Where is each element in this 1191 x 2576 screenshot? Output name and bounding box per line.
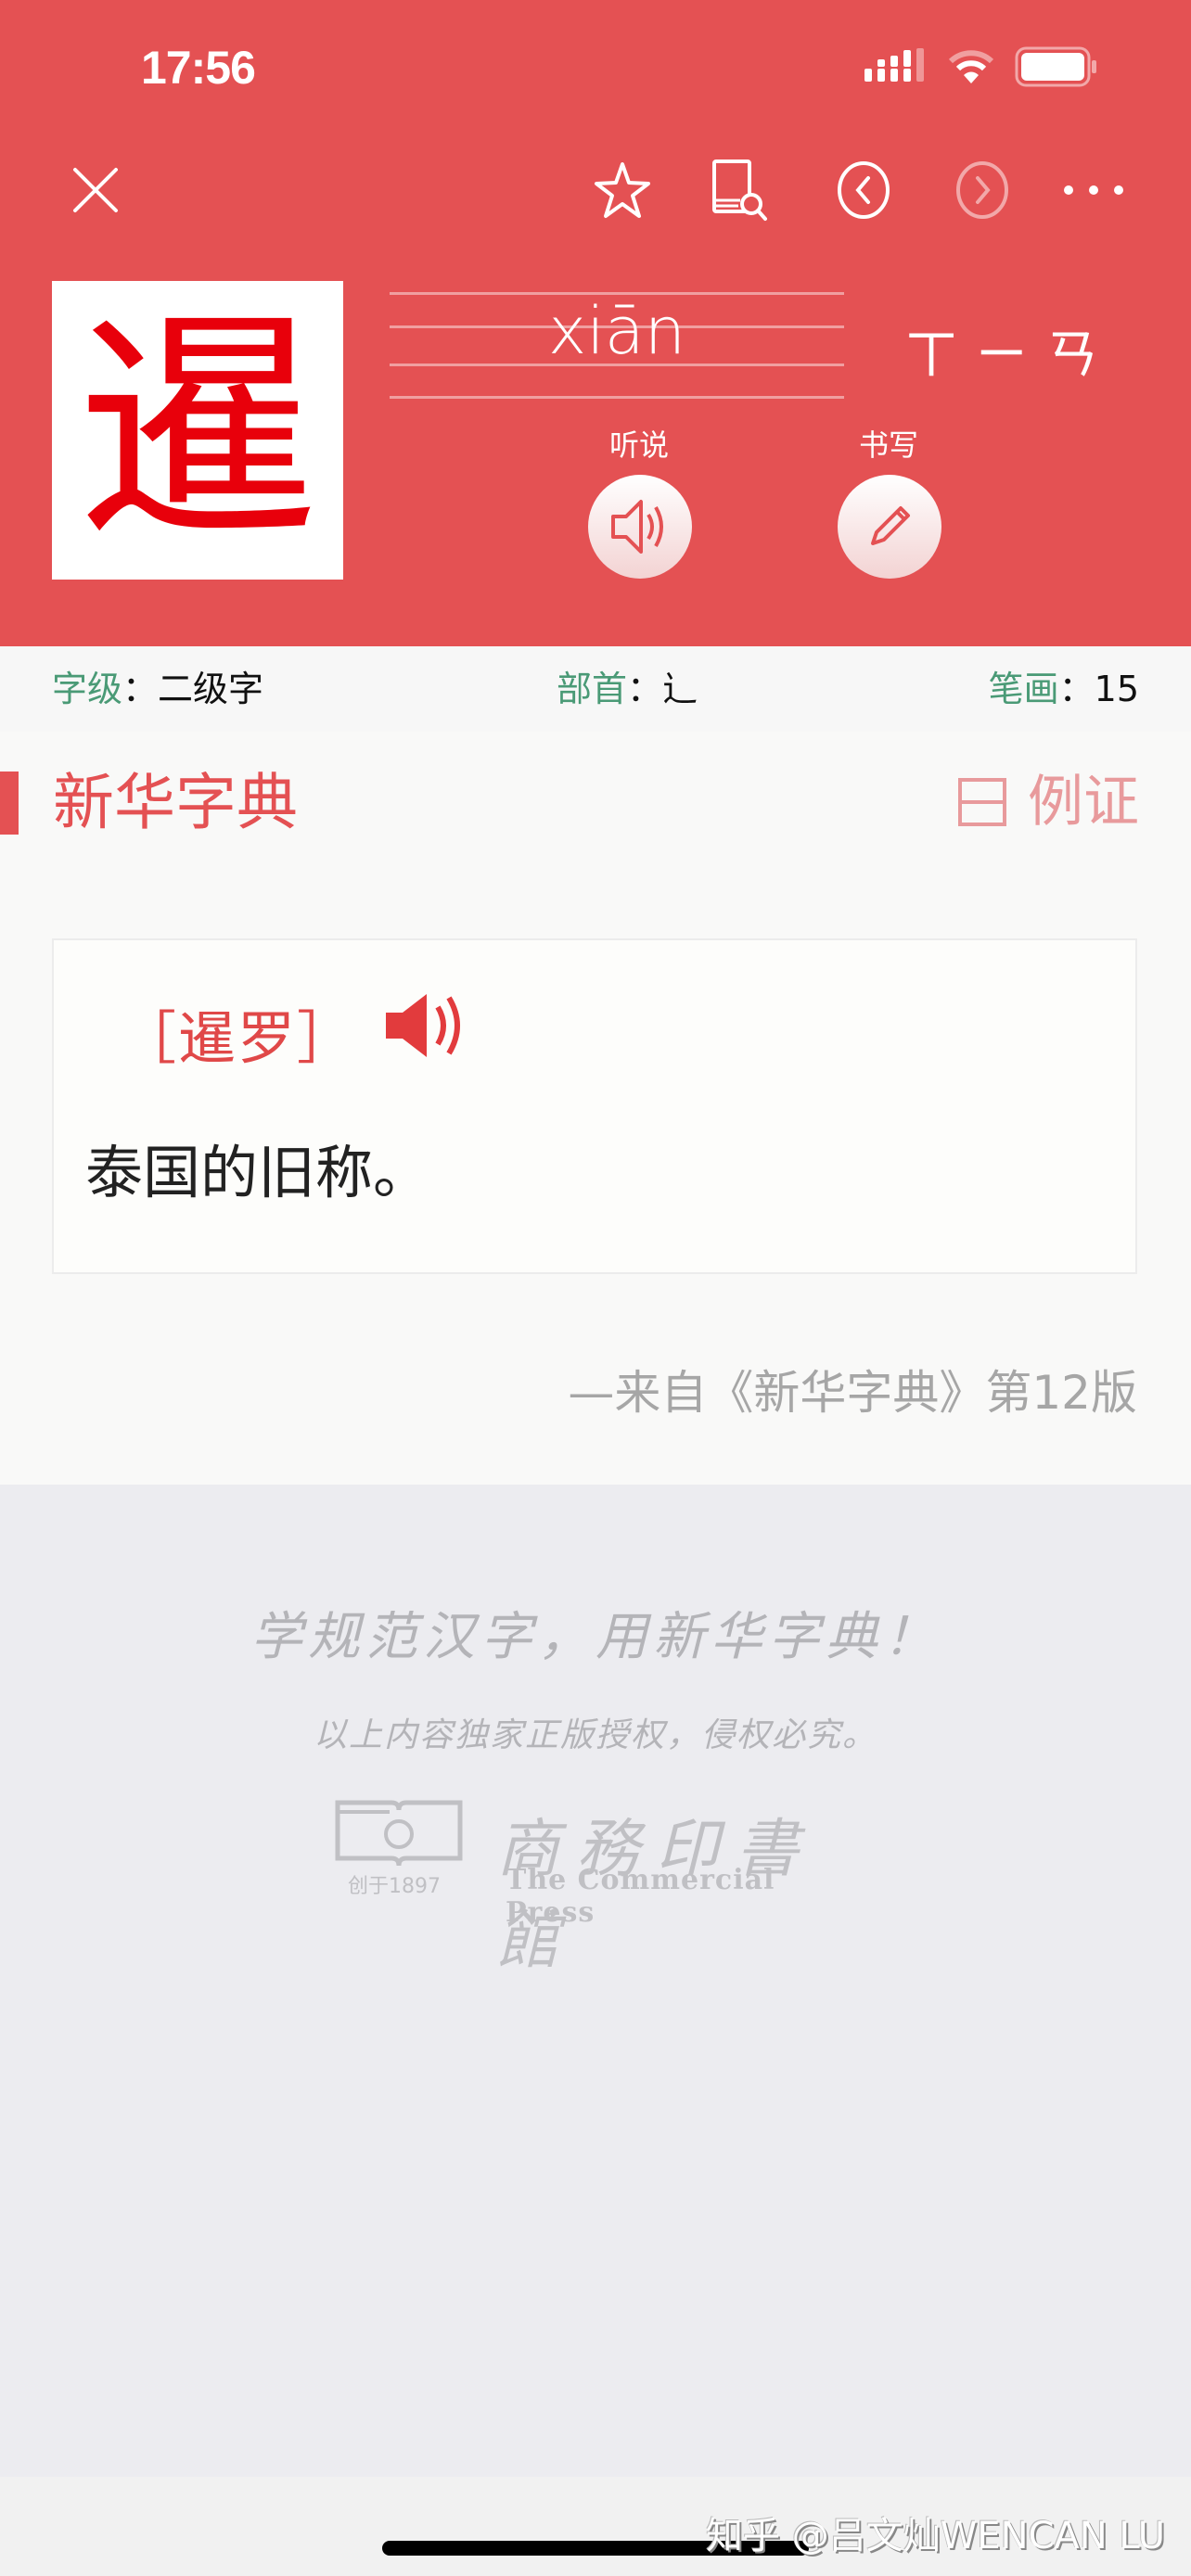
- speaker-icon: [611, 500, 663, 554]
- chevron-right-circle-icon: [956, 161, 1008, 219]
- more-icon: [1064, 185, 1123, 195]
- status-time: 17:56: [141, 42, 256, 94]
- footer-copyright: 以上内容独家正版授权，侵权必究。: [313, 1716, 877, 1754]
- publisher-founded: 创于1897: [348, 1875, 441, 1898]
- staff-line: [390, 396, 844, 399]
- listen-button[interactable]: [588, 475, 692, 579]
- watermark: 知乎 @吕文灿WENCAN LU: [706, 2515, 1165, 2557]
- section-title: 新华字典: [53, 767, 298, 838]
- example-toggle-button[interactable]: 例证: [957, 770, 1139, 835]
- checkbox-icon: [958, 778, 1006, 826]
- pencil-icon: [871, 506, 910, 545]
- entry-definition: 泰国的旧称。: [85, 1139, 431, 1206]
- wifi-icon: [948, 50, 994, 83]
- more-button[interactable]: [1052, 148, 1135, 232]
- character-glyph: 暹: [77, 290, 318, 570]
- section-accent-bar: [0, 772, 19, 835]
- character-radical: 部首：辶: [557, 669, 698, 709]
- radical-value: 辶: [662, 669, 698, 709]
- source-citation: —来自《新华字典》第12版: [568, 1366, 1137, 1420]
- level-label: 字级: [52, 669, 123, 709]
- book-search-icon: [712, 159, 767, 221]
- write-label: 书写: [858, 427, 918, 463]
- status-bar: 17:56: [0, 0, 1191, 139]
- strokes-value: 15: [1094, 669, 1139, 709]
- character-strokes: 笔画：15: [988, 669, 1139, 709]
- listen-label: 听说: [608, 427, 669, 463]
- zhuyin-text: ㄒㄧㄢ: [904, 323, 1117, 386]
- character-info-bar: 字级：二级字 部首：辶 笔画：15: [0, 646, 1191, 732]
- cellular-signal-icon: [864, 48, 924, 82]
- footer-slogan: 学规范汉字，用新华字典！: [250, 1607, 941, 1667]
- speaker-icon: [386, 994, 460, 1057]
- level-value: 二级字: [158, 669, 264, 709]
- character-level: 字级：二级字: [52, 669, 264, 709]
- battery-icon: [1015, 46, 1096, 87]
- example-label: 例证: [1028, 770, 1139, 835]
- close-button[interactable]: [54, 148, 137, 232]
- pinyin-text: xiān: [547, 293, 686, 369]
- star-icon: [595, 162, 650, 218]
- lookup-button[interactable]: [698, 148, 781, 232]
- close-icon: [73, 168, 118, 212]
- strokes-label: 笔画: [988, 669, 1059, 709]
- radical-label: 部首: [557, 669, 628, 709]
- open-book-logo-icon: [335, 1800, 463, 1867]
- write-button[interactable]: [838, 475, 941, 579]
- favorite-button[interactable]: [581, 148, 664, 232]
- chevron-left-circle-icon: [838, 161, 890, 219]
- definition-card: ［暹罗］ 泰国的旧称。: [52, 938, 1137, 1274]
- character-header: 17:56 暹 xiān ㄒㄧㄢ 听说 书写: [0, 0, 1191, 646]
- entry-pronounce-button[interactable]: [380, 988, 482, 1066]
- next-button[interactable]: [941, 148, 1024, 232]
- entry-word: ［暹罗］: [119, 1004, 357, 1072]
- publisher-name-en: The Commercial Press: [506, 1864, 775, 1929]
- publisher-logo: 创于1897 商務印書館 The Commercial Press: [334, 1797, 853, 1978]
- previous-button[interactable]: [822, 148, 905, 232]
- character-glyph-box: 暹: [52, 281, 343, 580]
- top-navigation: [0, 148, 1191, 232]
